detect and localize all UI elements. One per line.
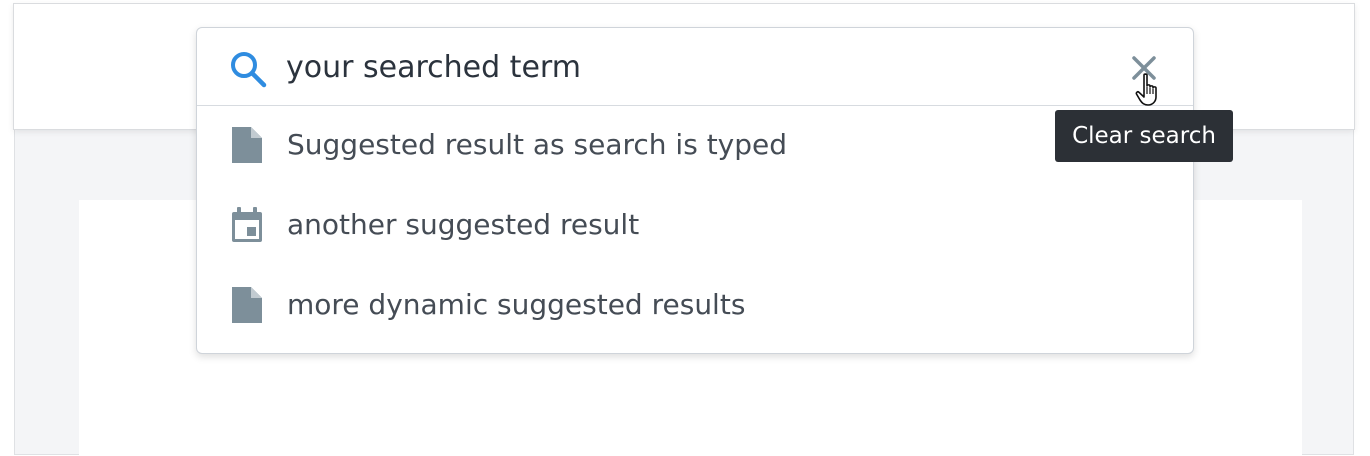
suggestion-item[interactable]: Suggested result as search is typed bbox=[197, 106, 1193, 186]
calendar-icon bbox=[232, 207, 262, 242]
suggestion-label: Suggested result as search is typed bbox=[287, 128, 788, 161]
clear-search-tooltip: Clear search bbox=[1055, 110, 1233, 162]
search-icon bbox=[231, 52, 267, 88]
file-icon bbox=[232, 127, 262, 163]
suggestion-label: another suggested result bbox=[287, 208, 640, 241]
search-row bbox=[197, 28, 1193, 106]
suggestion-item[interactable]: more dynamic suggested results bbox=[197, 266, 1193, 346]
hand-pointer-icon bbox=[1135, 73, 1157, 106]
search-dropdown: Suggested result as search is typed anot… bbox=[196, 27, 1194, 354]
suggestion-label: more dynamic suggested results bbox=[287, 288, 746, 321]
suggestion-item[interactable]: another suggested result bbox=[197, 186, 1193, 266]
search-input[interactable] bbox=[286, 47, 1066, 87]
file-icon bbox=[232, 287, 262, 323]
